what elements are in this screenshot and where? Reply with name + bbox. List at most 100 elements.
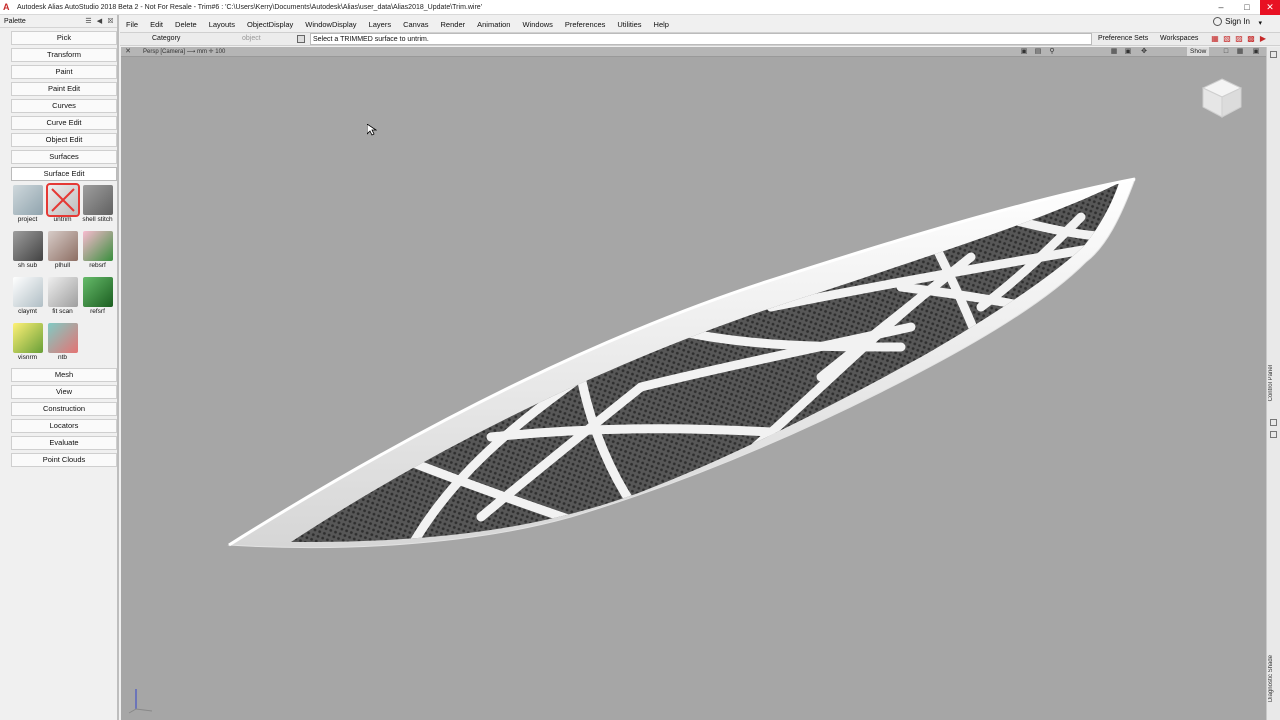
window-controls: – □ ✕	[1208, 0, 1280, 15]
close-icon[interactable]: ✕	[1260, 0, 1280, 15]
title-bar: A Autodesk Alias AutoStudio 2018 Beta 2 …	[0, 0, 1280, 15]
tool-visnrm[interactable]: visnrm	[10, 321, 45, 365]
mouse-cursor-icon	[367, 124, 377, 136]
tool-label: claymt	[18, 308, 37, 315]
sign-in-label: Sign In	[1225, 17, 1250, 26]
tab-construction[interactable]: Construction	[11, 402, 117, 416]
tool-fit-scan[interactable]: fit scan	[45, 275, 80, 319]
point-snap-icon[interactable]: ▩	[1246, 34, 1256, 44]
tool-refsrf[interactable]: refsrf	[80, 275, 115, 319]
tab-pick[interactable]: Pick	[11, 31, 117, 45]
tab-surface-edit[interactable]: Surface Edit	[11, 167, 117, 181]
tool-untrim[interactable]: untrim	[45, 183, 80, 227]
rail-settings-icon[interactable]	[1270, 419, 1277, 426]
workspace-icons: ▦ ▧ ▨ ▩ ▶	[1210, 34, 1268, 44]
mesh-panel	[291, 183, 1119, 543]
rail-top-icon[interactable]	[1270, 51, 1277, 58]
palette-panel: Palette ☰ ◀ ☒ Pick Transform Paint Paint Ed…	[0, 15, 119, 720]
tab-curves[interactable]: Curves	[11, 99, 117, 113]
tool-label: ntb	[57, 354, 68, 361]
menu-objectdisplay[interactable]: ObjectDisplay	[241, 20, 299, 29]
visualize-normals-icon	[12, 323, 43, 353]
tool-claymt[interactable]: claymt	[10, 275, 45, 319]
untrim-icon	[45, 183, 80, 217]
tab-view[interactable]: View	[11, 385, 117, 399]
menu-bar: File Edit Delete Layouts ObjectDisplay Window…	[120, 16, 1280, 32]
surface-edit-tools: project untrim shell stitch sh sub plhull reb…	[10, 183, 116, 365]
plhull-icon	[47, 231, 78, 261]
menu-canvas[interactable]: Canvas	[397, 20, 434, 29]
reference-surface-icon	[82, 277, 113, 307]
ntb-icon	[47, 323, 78, 353]
palette-collapse-icon[interactable]: ◀	[95, 17, 104, 26]
tool-label: plhull	[54, 262, 71, 269]
prompt-bar: Category object Select a TRIMMED surface…	[120, 32, 1280, 46]
snap-icon[interactable]: ▦	[1210, 34, 1220, 44]
maximize-icon[interactable]: □	[1234, 0, 1260, 15]
rail-grid-icon[interactable]	[1270, 431, 1277, 438]
tab-transform[interactable]: Transform	[11, 48, 117, 62]
menu-animation[interactable]: Animation	[471, 20, 516, 29]
menu-preferences[interactable]: Preferences	[559, 20, 611, 29]
diagnostic-shade-tab[interactable]: Diagnostic Shade	[1268, 655, 1274, 702]
expand-icon[interactable]: ▶	[1258, 34, 1268, 44]
workspaces-button[interactable]: Workspaces	[1160, 35, 1198, 42]
tool-ntb[interactable]: ntb	[45, 321, 80, 365]
sign-in[interactable]: Sign In	[1213, 17, 1250, 26]
prompt-line[interactable]: Select a TRIMMED surface to untrim.	[310, 33, 1092, 45]
tool-sh-sub[interactable]: sh sub	[10, 229, 45, 273]
tool-label: fit scan	[52, 308, 73, 315]
tool-shell-stitch[interactable]: shell stitch	[80, 183, 115, 227]
tool-label: sh sub	[17, 262, 38, 269]
tab-point-clouds[interactable]: Point Clouds	[11, 453, 117, 467]
menu-layers[interactable]: Layers	[363, 20, 398, 29]
menu-windowdisplay[interactable]: WindowDisplay	[299, 20, 362, 29]
tab-paint-edit[interactable]: Paint Edit	[11, 82, 117, 96]
tab-locators[interactable]: Locators	[11, 419, 117, 433]
tab-curve-edit[interactable]: Curve Edit	[11, 116, 117, 130]
preference-sets-button[interactable]: Preference Sets	[1098, 35, 1148, 42]
control-panel-tab[interactable]: Control Panel	[1268, 365, 1274, 401]
menu-file[interactable]: File	[120, 20, 144, 29]
perspective-viewport[interactable]: Persp [Camera] ⟶ mm ✛ 100 ✕ ▣ ▤ ⚲ ▦ ▣ ✥ …	[121, 47, 1266, 720]
chevron-down-icon[interactable]: ▾	[1258, 19, 1262, 27]
axis-triad-icon	[128, 689, 153, 714]
object-field[interactable]: object	[242, 35, 261, 42]
shell-subtract-icon	[12, 231, 43, 261]
menu-utilities[interactable]: Utilities	[611, 20, 647, 29]
menu-render[interactable]: Render	[435, 20, 472, 29]
menu-windows[interactable]: Windows	[516, 20, 558, 29]
menu-layouts[interactable]: Layouts	[203, 20, 241, 29]
grid-snap-icon[interactable]: ▧	[1222, 34, 1232, 44]
menu-help[interactable]: Help	[648, 20, 675, 29]
trimmed-surface-model[interactable]	[121, 47, 1266, 720]
tab-paint[interactable]: Paint	[11, 65, 117, 79]
minimize-icon[interactable]: –	[1208, 0, 1234, 15]
alias-app-icon: A	[3, 2, 10, 12]
tool-plhull[interactable]: plhull	[45, 229, 80, 273]
app-window: A Autodesk Alias AutoStudio 2018 Beta 2 …	[0, 0, 1280, 720]
tab-mesh[interactable]: Mesh	[11, 368, 117, 382]
menu-edit[interactable]: Edit	[144, 20, 169, 29]
tool-rebsrf[interactable]: rebsrf	[80, 229, 115, 273]
project-icon	[12, 185, 43, 215]
category-dropdown[interactable]: Category	[152, 35, 180, 42]
curve-snap-icon[interactable]: ▨	[1234, 34, 1244, 44]
palette-title: Palette	[4, 17, 26, 25]
tab-evaluate[interactable]: Evaluate	[11, 436, 117, 450]
prompt-history-icon[interactable]	[297, 35, 305, 43]
rebuild-surface-icon	[82, 231, 113, 261]
palette-close-icon[interactable]: ☒	[106, 17, 115, 26]
right-rail: Control Panel Diagnostic Shade	[1266, 47, 1280, 720]
menu-delete[interactable]: Delete	[169, 20, 203, 29]
clay-mat-icon	[12, 277, 43, 307]
palette-menu-icon[interactable]: ☰	[84, 17, 93, 26]
view-cube-icon[interactable]	[1199, 75, 1245, 121]
tab-surfaces[interactable]: Surfaces	[11, 150, 117, 164]
tab-object-edit[interactable]: Object Edit	[11, 133, 117, 147]
tool-project[interactable]: project	[10, 183, 45, 227]
user-icon	[1213, 17, 1223, 26]
shell-stitch-icon	[82, 185, 113, 215]
tool-label: visnrm	[17, 354, 38, 361]
fit-scan-icon	[47, 277, 78, 307]
